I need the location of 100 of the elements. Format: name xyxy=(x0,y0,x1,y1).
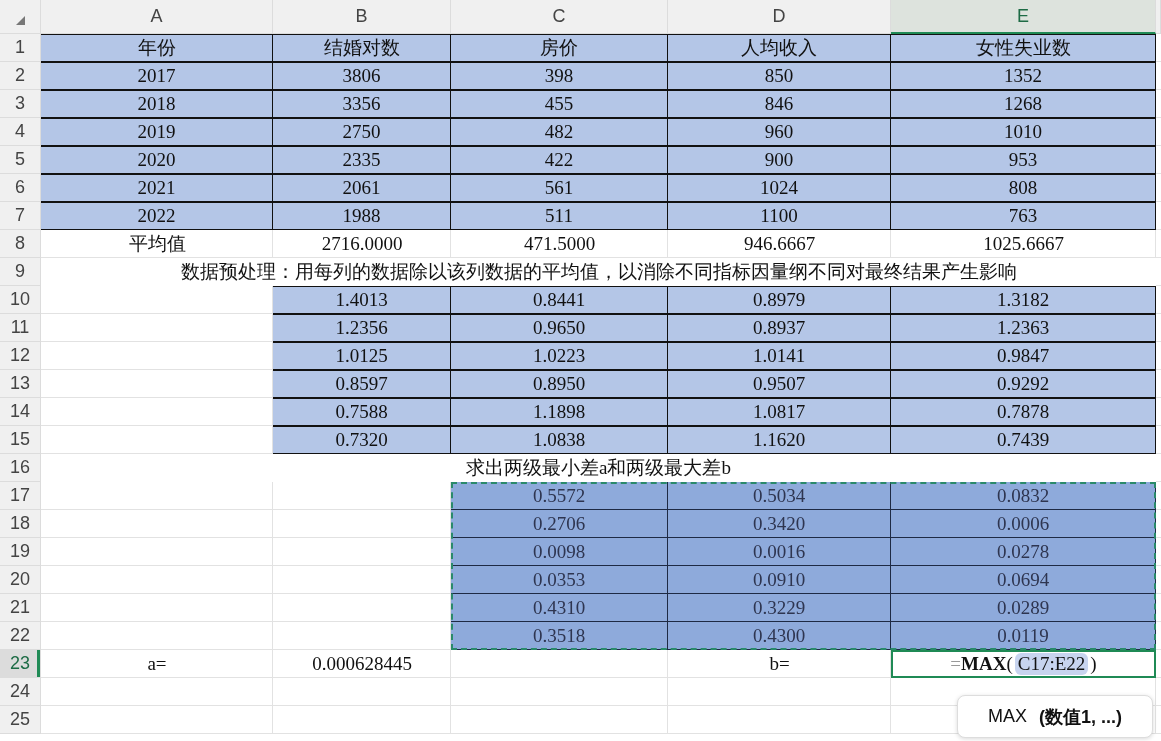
row-header[interactable]: 4 xyxy=(0,118,41,146)
table-cell: 房价 xyxy=(451,34,668,62)
table-cell: 511 xyxy=(451,202,668,230)
table-cell: 0.0694 xyxy=(891,566,1156,594)
table-cell: 1.2363 xyxy=(891,314,1156,342)
table-cell-text: 平均值 xyxy=(127,232,187,256)
table-cell: 398 xyxy=(451,62,668,90)
table-cell: 0.3420 xyxy=(668,510,891,538)
table-cell: 0.7878 xyxy=(891,398,1156,426)
select-all-icon[interactable] xyxy=(15,16,25,25)
table-cell: 2061 xyxy=(273,174,451,202)
table-cell: 人均收入 xyxy=(668,34,891,62)
table-cell: 3356 xyxy=(273,90,451,118)
row-header[interactable]: 22 xyxy=(0,622,41,650)
row-header[interactable]: 3 xyxy=(0,90,41,118)
table-cell: 1988 xyxy=(273,202,451,230)
table-cell: 0.0289 xyxy=(891,594,1156,622)
table-cell: 1268 xyxy=(891,90,1156,118)
table-cell: 0.3518 xyxy=(451,622,668,650)
table-cell: 3806 xyxy=(273,62,451,90)
row-header[interactable]: 5 xyxy=(0,146,41,174)
row-header[interactable]: 10 xyxy=(0,286,41,314)
table-cell: 0.0832 xyxy=(891,482,1156,510)
row-header[interactable]: 24 xyxy=(0,678,41,706)
table-cell: 0.7439 xyxy=(891,426,1156,454)
table-cell: 0.0006 xyxy=(891,510,1156,538)
table-cell: 0.0119 xyxy=(891,622,1156,650)
row-header[interactable]: 14 xyxy=(0,398,41,426)
row-header[interactable]: 12 xyxy=(0,342,41,370)
table-cell: 0.0910 xyxy=(668,566,891,594)
row-header[interactable]: 25 xyxy=(0,706,41,734)
table-cell: 2020 xyxy=(41,146,273,174)
row-header[interactable]: 21 xyxy=(0,594,41,622)
table-cell: 960 xyxy=(668,118,891,146)
table-cell: 0.8950 xyxy=(451,370,668,398)
row-header[interactable]: 7 xyxy=(0,202,41,230)
table-cell: 808 xyxy=(891,174,1156,202)
table-cell: 846 xyxy=(668,90,891,118)
table-cell: 1.2356 xyxy=(273,314,451,342)
row-header[interactable]: 19 xyxy=(0,538,41,566)
table-cell: 1.0125 xyxy=(273,342,451,370)
column-header[interactable]: B xyxy=(273,0,451,34)
table-cell: 2018 xyxy=(41,90,273,118)
row-header[interactable]: 16 xyxy=(0,454,41,482)
table-cell: 455 xyxy=(451,90,668,118)
table-cell: 953 xyxy=(891,146,1156,174)
row-header[interactable]: 20 xyxy=(0,566,41,594)
formula-cell[interactable]: =MAX( C17:E22 ) xyxy=(891,650,1156,678)
table-cell: 0.0098 xyxy=(451,538,668,566)
column-header[interactable]: E xyxy=(891,0,1156,34)
table-cell-text: b= xyxy=(768,652,791,676)
row-header[interactable]: 15 xyxy=(0,426,41,454)
table-cell: 1.1898 xyxy=(451,398,668,426)
table-cell: 1024 xyxy=(668,174,891,202)
table-cell: 1010 xyxy=(891,118,1156,146)
table-cell-text: 1025.6667 xyxy=(982,232,1065,256)
table-cell: 0.0353 xyxy=(451,566,668,594)
table-cell: 482 xyxy=(451,118,668,146)
row-header[interactable]: 1 xyxy=(0,34,41,62)
table-cell: 年份 xyxy=(41,34,273,62)
table-cell: 女性失业数 xyxy=(891,34,1156,62)
table-cell: 850 xyxy=(668,62,891,90)
table-cell: 1.1620 xyxy=(668,426,891,454)
table-cell: 0.9847 xyxy=(891,342,1156,370)
table-cell: 0.9650 xyxy=(451,314,668,342)
table-cell: 0.8937 xyxy=(668,314,891,342)
row-header[interactable]: 9 xyxy=(0,258,41,286)
row-header[interactable]: 18 xyxy=(0,510,41,538)
row-header[interactable]: 23 xyxy=(0,650,41,678)
column-header[interactable]: D xyxy=(668,0,891,34)
table-cell: 2017 xyxy=(41,62,273,90)
tooltip-function: MAX xyxy=(988,706,1027,727)
table-cell: 0.0016 xyxy=(668,538,891,566)
table-cell: 结婚对数 xyxy=(273,34,451,62)
table-cell: 1.0838 xyxy=(451,426,668,454)
row-header[interactable]: 2 xyxy=(0,62,41,90)
row-header[interactable]: 17 xyxy=(0,482,41,510)
row-header[interactable]: 6 xyxy=(0,174,41,202)
column-header[interactable]: C xyxy=(451,0,668,34)
table-cell: 2750 xyxy=(273,118,451,146)
table-cell-text: 471.5000 xyxy=(522,232,597,256)
table-cell: 0.9507 xyxy=(668,370,891,398)
row-header[interactable]: 13 xyxy=(0,370,41,398)
table-cell: 1352 xyxy=(891,62,1156,90)
table-cell-text: a= xyxy=(146,652,168,676)
table-cell: 2022 xyxy=(41,202,273,230)
row-header[interactable]: 8 xyxy=(0,230,41,258)
table-cell: 2021 xyxy=(41,174,273,202)
column-header[interactable]: A xyxy=(41,0,273,34)
row-header[interactable]: 11 xyxy=(0,314,41,342)
table-cell: 0.3229 xyxy=(668,594,891,622)
table-cell: 763 xyxy=(891,202,1156,230)
table-cell: 0.8979 xyxy=(668,286,891,314)
table-cell: 900 xyxy=(668,146,891,174)
merged-cell: 求出两级最小差a和两级最大差b xyxy=(41,454,1156,482)
table-cell-text: 2716.0000 xyxy=(320,232,404,256)
table-cell: 0.4310 xyxy=(451,594,668,622)
table-cell: 561 xyxy=(451,174,668,202)
table-cell: 0.5572 xyxy=(451,482,668,510)
table-cell: 1100 xyxy=(668,202,891,230)
